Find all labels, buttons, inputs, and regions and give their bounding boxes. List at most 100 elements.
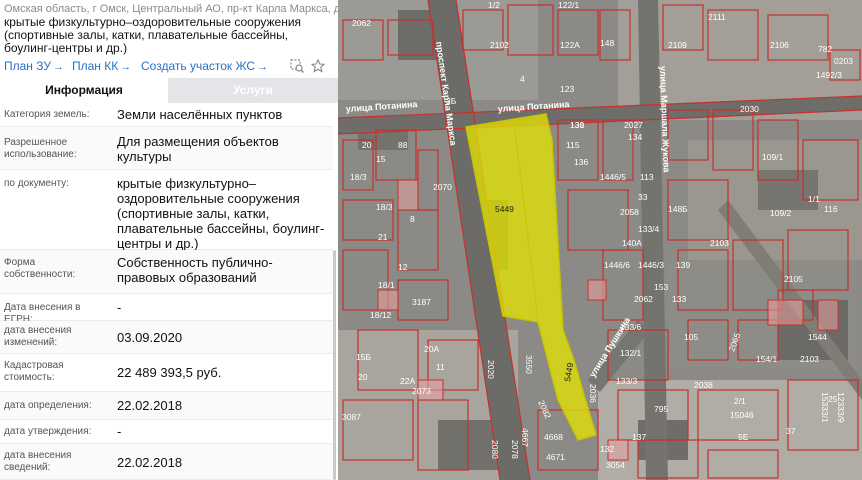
plot-label: 2080 — [490, 440, 500, 459]
plot-label: 15333/1 — [820, 392, 830, 423]
permitted-use-title: крытые физкультурно–оздоровительные соор… — [4, 15, 302, 55]
plot-label: 113 — [640, 172, 654, 182]
plot-label: 2058 — [620, 207, 639, 217]
plot-label: 15046 — [730, 410, 754, 420]
panel-tabs: Информация Услуги — [0, 78, 338, 103]
attr-value: Земли населённых пунктов — [117, 107, 283, 122]
plot-label: 105 — [684, 332, 698, 342]
attr-key: по документу: — [4, 178, 69, 189]
attr-value: - — [117, 300, 122, 315]
attr-row: по документу: крытые физкультурно–оздоро… — [0, 170, 333, 251]
plot-label: 15Б — [356, 352, 371, 362]
plot-label: 2106 — [770, 40, 789, 50]
address: Омская область, г Омск, Центральный АО, … — [4, 3, 338, 15]
plot-label: 3Б — [446, 96, 457, 106]
plot-label: 1/2 — [488, 0, 500, 10]
arrow-right-icon: → — [120, 61, 132, 73]
plot-label: 2036 — [588, 384, 598, 403]
plan-zu-link[interactable]: План ЗУ → — [4, 59, 64, 73]
plot-label: 133/6 — [620, 322, 642, 332]
attr-row: дата внесения изменений: 03.09.2020 — [0, 321, 333, 354]
attr-row: Разрешенное использование: Для размещени… — [0, 127, 333, 170]
create-zhs-link[interactable]: Создать участок ЖС → — [141, 59, 268, 73]
plan-zu-label: План ЗУ — [4, 59, 51, 73]
plot-label: 37 — [786, 426, 796, 436]
plot-label: 134 — [628, 132, 642, 142]
star-icon[interactable] — [310, 58, 327, 75]
plot-label: 2109 — [668, 40, 687, 50]
plot-label: 133 — [672, 294, 686, 304]
attr-key: дата внесения сведений: — [4, 450, 72, 473]
attributes-table: Категория земель: Земли населённых пункт… — [0, 103, 333, 480]
plot-label: 20А — [424, 344, 439, 354]
tab-info[interactable]: Информация — [0, 78, 168, 103]
plot-label: 20 — [358, 372, 368, 382]
attr-row: дата определения: 22.02.2018 — [0, 392, 333, 420]
plot-label: 782 — [818, 44, 832, 54]
parcel-number-label: 5449 — [495, 204, 514, 214]
cadastral-map[interactable]: проспект Карла Маркса улица Потанина ули… — [338, 0, 862, 480]
tab-services[interactable]: Услуги — [168, 78, 338, 103]
plot-label: 130 — [570, 120, 584, 130]
action-links: План ЗУ → План КК → Создать участок ЖС → — [4, 58, 334, 75]
plot-label: 115 — [566, 140, 580, 150]
plot-label: 154/1 — [756, 354, 778, 364]
plot-label: 8 — [410, 214, 415, 224]
arrow-right-icon: → — [257, 61, 269, 73]
plot-label: 2078 — [510, 440, 520, 459]
create-zhs-label: Создать участок ЖС — [141, 59, 256, 73]
attr-key: Кадастровая стоимость: — [4, 360, 64, 383]
attr-row: Дата внесения в ЕГРН: - — [0, 294, 333, 325]
attr-value: крытые физкультурно–оздоровительные соор… — [117, 176, 325, 251]
plot-label: 15 — [376, 154, 386, 164]
attr-value: 22 489 393,5 руб. — [117, 365, 222, 380]
plot-label: 133/3 — [616, 376, 638, 386]
attr-key: дата определения: — [4, 400, 92, 411]
plot-label: 18/12 — [370, 310, 392, 320]
plot-label: 2062 — [634, 294, 653, 304]
attr-value: - — [117, 424, 122, 439]
plot-label: 2020 — [486, 360, 496, 379]
attr-row: Кадастровая стоимость: 22 489 393,5 руб. — [0, 354, 333, 392]
plot-label: 18/3 — [376, 202, 393, 212]
plot-label: 1446/6 — [604, 260, 630, 270]
plot-label: 2030 — [740, 104, 759, 114]
attr-value: Собственность публично-правовых образова… — [117, 255, 273, 285]
attr-value: Для размещения объектов культуры — [117, 134, 279, 164]
attr-value: 03.09.2020 — [117, 330, 183, 345]
plot-label: 795 — [654, 404, 668, 414]
plot-label: 33 — [638, 192, 648, 202]
attr-key: Форма собственности: — [4, 257, 76, 280]
map-canvas[interactable]: проспект Карла Маркса улица Потанина ули… — [338, 0, 862, 480]
plot-label: 139 — [676, 260, 690, 270]
arrow-right-icon: → — [53, 61, 64, 73]
plot-label: 4667 — [520, 428, 530, 447]
plot-label: 122/1 — [558, 0, 580, 10]
attr-row: Категория земель: Земли населённых пункт… — [0, 103, 333, 127]
zoom-to-object-icon[interactable] — [290, 59, 306, 75]
plot-label: 123 — [560, 84, 574, 94]
plot-label: 2105 — [784, 274, 803, 284]
plot-label: 12333/9 — [836, 392, 846, 423]
plot-label: 140А — [622, 238, 642, 248]
plot-label: 132 — [600, 444, 614, 454]
plot-label: 2103 — [710, 238, 729, 248]
plot-label: 1/1 — [808, 194, 820, 204]
plot-label: 122А — [560, 40, 580, 50]
plot-label: 2062 — [352, 18, 371, 28]
plot-label: 0203 — [834, 56, 853, 66]
panel-scrollbar[interactable] — [333, 250, 336, 480]
plot-label: 132/1 — [620, 348, 642, 358]
plot-label: 109/1 — [762, 152, 784, 162]
attr-value: 22.02.2018 — [117, 398, 183, 413]
attr-key: дата внесения изменений: — [4, 325, 72, 348]
plan-kk-link[interactable]: План КК → — [72, 59, 131, 73]
plot-label: 4671 — [546, 452, 565, 462]
attr-row: дата внесения сведений: 22.02.2018 — [0, 444, 333, 480]
plot-label: 2073 — [412, 386, 431, 396]
plot-label: 2027 — [624, 120, 643, 130]
attr-value: 22.02.2018 — [117, 455, 183, 470]
plot-label: 3187 — [412, 297, 431, 307]
plot-label: 2/1 — [734, 396, 746, 406]
plot-label: 148 — [600, 38, 614, 48]
